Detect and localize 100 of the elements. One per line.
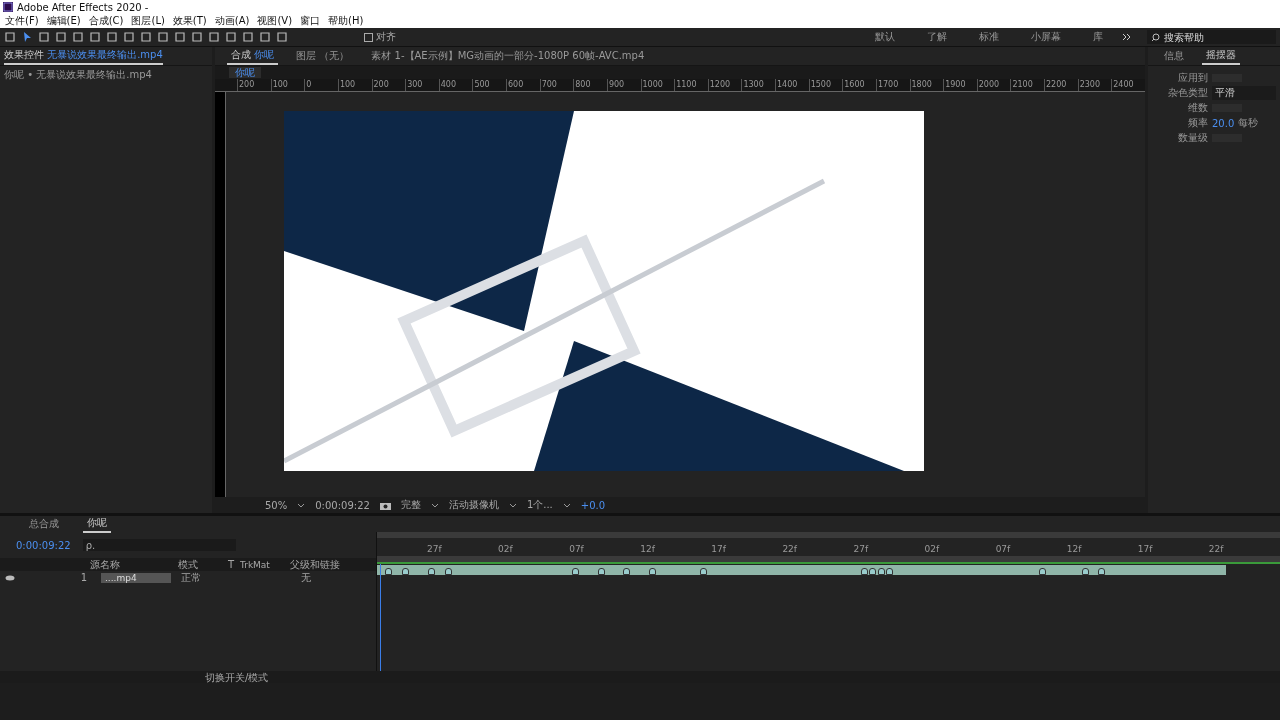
time-ruler-label: 07f xyxy=(995,544,1012,554)
field-label: 频率 xyxy=(1187,116,1208,130)
column-header: T xyxy=(228,559,236,570)
column-header: 源名称 xyxy=(90,557,121,572)
keyframe-icon[interactable] xyxy=(444,568,452,575)
ruler-label: 1200 xyxy=(707,79,742,91)
eye-icon[interactable] xyxy=(5,574,15,581)
ruler-label: 2100 xyxy=(1010,79,1044,91)
time-ruler-label: 17f xyxy=(711,544,727,554)
ruler-label: 1600 xyxy=(842,79,876,91)
menu-item[interactable]: 动画(A) xyxy=(214,14,250,28)
toggle-switches-label[interactable]: 切换开关/模式 xyxy=(205,672,269,683)
ruler-label: 0 xyxy=(304,79,338,91)
work-area-bar[interactable] xyxy=(377,556,1280,564)
ruler-label: 1900 xyxy=(943,79,977,91)
keyframe-icon[interactable] xyxy=(427,568,435,575)
keyframe-icon[interactable] xyxy=(699,568,707,575)
caret-icon[interactable] xyxy=(508,502,517,508)
field-label: 应用到 xyxy=(1177,71,1208,85)
caret-icon[interactable] xyxy=(297,502,306,508)
workspace-tab[interactable]: 库 xyxy=(1093,30,1103,44)
ruler-label: 500 xyxy=(472,79,506,91)
camera-dropdown[interactable]: 活动摄像机 xyxy=(448,498,499,512)
zoom-dropdown[interactable]: 50% xyxy=(265,499,288,511)
unit-label: 每秒 xyxy=(1238,116,1259,130)
views-dropdown[interactable]: 1个... xyxy=(526,498,553,512)
parent-dropdown[interactable]: 无 xyxy=(301,570,351,585)
timecode[interactable]: 0:00:09:22 xyxy=(16,539,71,551)
ruler-label: 1500 xyxy=(808,79,843,91)
keyframe-icon[interactable] xyxy=(623,568,631,575)
ruler-label: 1400 xyxy=(775,79,809,91)
more-chevron-icon[interactable] xyxy=(1122,33,1131,41)
ruler-label: 2000 xyxy=(976,79,1011,91)
workspace-tab[interactable]: 了解 xyxy=(927,30,947,44)
layer-tab[interactable]: 图层 （无） xyxy=(292,48,354,64)
time-ruler-label: 12f xyxy=(640,544,656,554)
ruler-label: 1700 xyxy=(875,79,910,91)
ruler-label: 100 xyxy=(270,79,305,91)
keyframe-icon[interactable] xyxy=(572,568,580,575)
column-header: 模式 xyxy=(178,557,199,572)
menu-item[interactable]: 视图(V) xyxy=(257,14,293,28)
workspace-tab[interactable]: 小屏幕 xyxy=(1031,30,1061,44)
menu-item[interactable]: 文件(F) xyxy=(5,14,39,28)
keyframe-icon[interactable] xyxy=(385,568,393,575)
keyframe-icon[interactable] xyxy=(1081,568,1089,575)
caret-icon[interactable] xyxy=(562,502,571,508)
layer-name[interactable]: ....mp4 xyxy=(101,572,171,583)
time-ruler-label: 07f xyxy=(569,544,585,554)
menu-item[interactable]: 图层(L) xyxy=(131,14,165,28)
layer-number: 1 xyxy=(79,572,87,583)
ruler-label: 300 xyxy=(405,79,439,91)
caret-icon[interactable] xyxy=(430,502,439,508)
menu-item[interactable]: 窗口 xyxy=(300,14,321,28)
time-ruler-label: 02f xyxy=(498,544,514,554)
panel-tab[interactable]: 摇摆器 xyxy=(1202,47,1240,65)
keyframe-icon[interactable] xyxy=(597,568,605,575)
timeline-tab[interactable]: 总合成 xyxy=(25,516,63,532)
ruler-label: 1800 xyxy=(909,79,944,91)
timeline-tab[interactable]: 你呢 xyxy=(83,515,111,533)
layer-bar[interactable] xyxy=(377,565,1226,575)
keyframe-icon[interactable] xyxy=(1098,568,1106,575)
time-ruler-label: 17f xyxy=(1137,544,1154,554)
ruler-label: 900 xyxy=(606,79,641,91)
window-title: Adobe After Effects 2020 - xyxy=(17,1,149,13)
keyframe-icon[interactable] xyxy=(402,568,410,575)
search-icon xyxy=(1151,32,1160,42)
ruler-label: 2300 xyxy=(1077,79,1112,91)
menu-item[interactable]: 合成(C) xyxy=(88,14,124,28)
menu-item[interactable]: 效果(T) xyxy=(172,14,207,28)
time-ruler-label: 22f xyxy=(1208,544,1225,554)
align-checkbox[interactable]: 对齐 xyxy=(364,30,396,44)
ruler-label: 1000 xyxy=(640,79,675,91)
ruler-label: 700 xyxy=(539,79,574,91)
camera-icon[interactable] xyxy=(379,500,391,510)
ruler-label: 1100 xyxy=(674,79,708,91)
composition-subtab[interactable]: 你呢 xyxy=(229,67,261,78)
exposure-value[interactable]: +0.0 xyxy=(580,499,606,511)
panel-tab[interactable]: 信息 xyxy=(1160,48,1188,64)
search-field[interactable]: 搜索帮助 xyxy=(1147,30,1276,44)
ruler-label: 2400 xyxy=(1111,79,1145,91)
resolution-dropdown[interactable]: 完整 xyxy=(400,498,421,512)
workspace-tab[interactable]: 标准 xyxy=(979,30,999,44)
mode-dropdown[interactable]: 正常 xyxy=(181,570,221,585)
frequency-value[interactable]: 20.0 xyxy=(1212,117,1235,129)
breadcrumb-text: 你呢 • 无暴说效果最终输出.mp4 xyxy=(3,68,153,82)
column-header: 父级和链接 xyxy=(290,557,341,572)
keyframe-icon[interactable] xyxy=(1039,568,1047,575)
search-field[interactable]: ρ. xyxy=(82,539,236,551)
column-header: TrkMat xyxy=(240,559,271,570)
keyframe-icon[interactable] xyxy=(648,568,656,575)
footage-tab[interactable]: 素材 1-【AE示例】MG动画的一部分-1080P 60帧-AVC.mp4 xyxy=(367,48,649,64)
current-time[interactable]: 0:00:09:22 xyxy=(315,499,370,511)
search-field[interactable]: 搜索帮助 xyxy=(1164,31,1264,43)
menu-item[interactable]: 帮助(H) xyxy=(328,14,364,28)
ruler-label: 200 xyxy=(371,79,406,91)
menu-item[interactable]: 编辑(E) xyxy=(46,14,81,28)
noise-type-dropdown[interactable]: 平滑 xyxy=(1212,86,1276,100)
field-label: 杂色类型 xyxy=(1167,86,1208,100)
effect-controls-tab[interactable]: 效果控件 无暴说效果最终输出.mp4 xyxy=(4,47,163,65)
workspace-tab[interactable]: 默认 xyxy=(875,30,895,44)
